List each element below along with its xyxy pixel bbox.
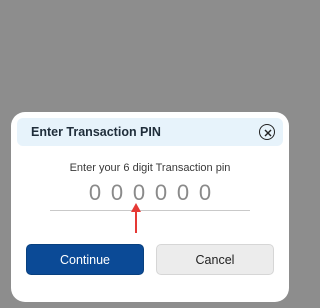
pin-digit-5: 0	[176, 180, 190, 205]
pin-input[interactable]: 0 0 0 0 0 0	[50, 178, 250, 212]
pin-digit-2: 0	[110, 180, 124, 205]
pin-dialog: Enter Transaction PIN Enter your 6 digit…	[11, 112, 289, 302]
cancel-button[interactable]: Cancel	[156, 244, 274, 275]
pin-instruction: Enter your 6 digit Transaction pin	[69, 162, 231, 174]
pin-digits: 0 0 0 0 0 0	[50, 178, 250, 206]
dialog-header: Enter Transaction PIN	[17, 118, 283, 146]
pin-digit-4: 0	[154, 180, 168, 205]
pin-underline	[50, 210, 250, 211]
close-button[interactable]	[259, 124, 275, 140]
pin-digit-1: 0	[88, 180, 102, 205]
continue-button[interactable]: Continue	[26, 244, 144, 275]
red-arrow-up-icon	[131, 203, 141, 233]
pin-digit-6: 0	[198, 180, 212, 205]
dialog-title: Enter Transaction PIN	[31, 125, 161, 139]
close-icon	[264, 129, 272, 137]
